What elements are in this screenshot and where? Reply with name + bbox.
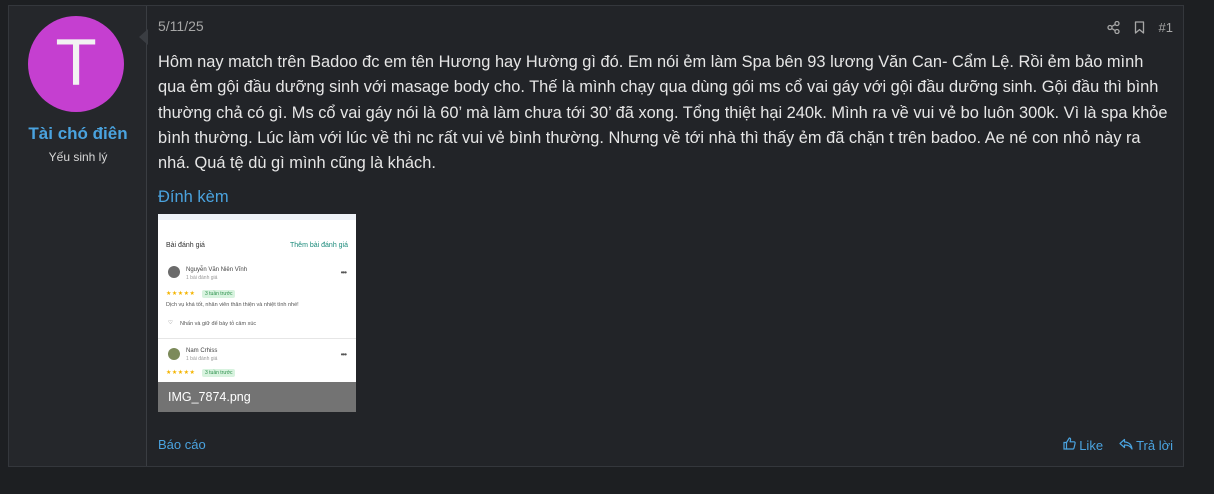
user-arrow xyxy=(139,29,148,45)
post-message: T Tài chó điên Yếu sinh lý 5/11/25 #1 Hô… xyxy=(8,5,1184,467)
post-number[interactable]: #1 xyxy=(1159,20,1173,35)
preview-avatar xyxy=(168,348,180,360)
preview-stars: ★★★★★ xyxy=(166,291,196,297)
reply-label: Trả lời xyxy=(1136,437,1173,453)
preview-avatar xyxy=(168,266,180,278)
preview-stars: ★★★★★ xyxy=(166,370,196,376)
attachment-filename: IMG_7874.png xyxy=(158,382,356,412)
like-label: Like xyxy=(1079,437,1104,453)
user-column: T Tài chó điên Yếu sinh lý xyxy=(9,6,147,466)
preview-badge: 3 tuần trước xyxy=(202,290,236,298)
report-link[interactable]: Báo cáo xyxy=(158,437,206,452)
preview-header-link: Thêm bài đánh giá xyxy=(290,242,348,249)
preview-react-text: Nhấn và giữ để bày tỏ cảm xúc xyxy=(180,321,257,327)
post-content: 5/11/25 #1 Hôm nay match trên Badoo đc e… xyxy=(148,6,1183,466)
avatar[interactable]: T xyxy=(28,16,124,112)
more-icon: ••• xyxy=(340,350,347,359)
share-icon[interactable] xyxy=(1106,21,1120,34)
preview-reviewer-sub: 1 bài đánh giá xyxy=(186,356,218,362)
post-date[interactable]: 5/11/25 xyxy=(158,18,204,34)
heart-icon: ♡ xyxy=(168,320,173,326)
preview-review-text: Dịch vụ khá tốt, nhân viên thân thiện và… xyxy=(166,302,299,308)
reply-button[interactable]: Trả lời xyxy=(1119,437,1173,453)
preview-badge: 3 tuần trước xyxy=(202,369,236,377)
preview-reviewer-name: Nam Crhiss xyxy=(186,348,218,354)
thumbs-up-icon xyxy=(1063,437,1076,453)
username[interactable]: Tài chó điên xyxy=(9,124,147,144)
preview-top-strip xyxy=(158,214,356,220)
attachments-label: Đính kèm xyxy=(158,188,229,206)
like-button[interactable]: Like xyxy=(1063,437,1103,453)
preview-header: Bài đánh giá xyxy=(166,242,205,249)
post-top-actions: #1 xyxy=(1106,20,1173,35)
more-icon: ••• xyxy=(340,268,347,277)
reply-icon xyxy=(1119,438,1133,453)
bookmark-icon[interactable] xyxy=(1134,21,1145,34)
post-body: Hôm nay match trên Badoo đc em tên Hương… xyxy=(158,53,1168,173)
post-bottom-actions: Like Trả lời xyxy=(1063,437,1173,453)
preview-reviewer-sub: 1 bài đánh giá xyxy=(186,275,218,281)
attachment-thumbnail[interactable]: Bài đánh giá Thêm bài đánh giá Nguyễn Vă… xyxy=(158,214,356,412)
preview-reviewer-name: Nguyễn Văn Niên Vĩnh xyxy=(186,267,248,273)
preview-divider xyxy=(158,338,356,339)
user-title: Yếu sinh lý xyxy=(48,150,108,164)
